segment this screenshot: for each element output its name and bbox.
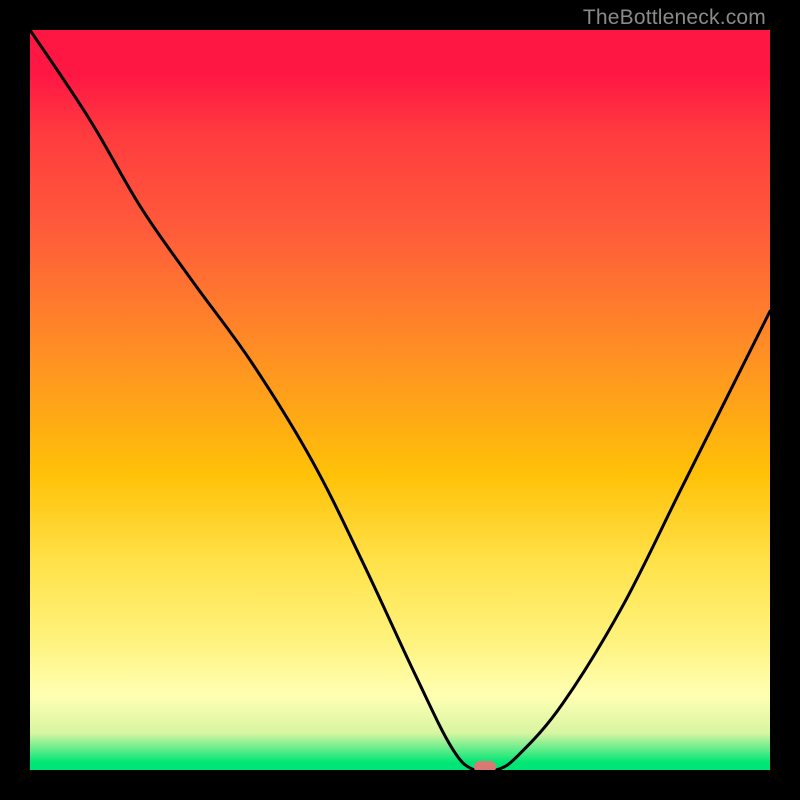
watermark-text: TheBottleneck.com <box>583 6 766 30</box>
curve-path <box>30 30 770 770</box>
bottleneck-curve <box>30 30 770 770</box>
plot-area <box>30 30 770 770</box>
optimal-marker <box>474 761 496 770</box>
chart-frame: TheBottleneck.com <box>0 0 800 800</box>
